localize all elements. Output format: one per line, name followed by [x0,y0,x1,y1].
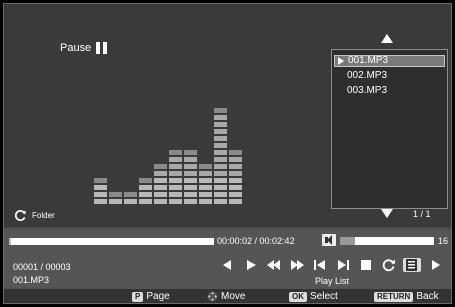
refresh-icon [15,210,26,221]
volume-bar[interactable] [340,237,434,245]
playlist-icon[interactable] [403,258,421,272]
playlist-item[interactable]: 003.MP3 [334,85,445,97]
select-label: Select [310,291,338,302]
control-bar: 00:00:02 / 00:02:42 16 00001 / 00003 001… [4,229,451,289]
equalizer-bar [94,178,107,204]
page-indicator: 1 / 1 [413,209,431,219]
equalizer-bar [109,192,122,204]
volume-level: 16 [438,236,449,246]
progress-fill [9,238,12,245]
playlist-item[interactable]: 001.MP3 [334,55,445,67]
scroll-up-icon[interactable] [381,34,393,43]
playlist-item[interactable]: 002.MP3 [334,70,445,82]
equalizer-visualizer [94,94,242,204]
help-page: P Page [132,291,170,302]
equalizer-bar [199,164,212,204]
progress-bar[interactable] [9,238,214,245]
help-return: RETURN Back [374,291,439,302]
playlist-item-label: 002.MP3 [347,70,388,81]
track-counter: 00001 / 00003 [13,262,71,272]
folder-button[interactable]: Folder [14,209,55,222]
move-icon [207,291,218,302]
page-key: P [132,291,144,302]
repeat-icon[interactable] [380,258,398,272]
fast-forward-icon[interactable] [288,258,306,272]
equalizer-bar [214,108,227,204]
stop-icon[interactable] [357,258,375,272]
help-select: OK Select [289,291,338,302]
equalizer-bar [139,178,152,204]
volume-icon[interactable] [322,234,336,246]
volume-fill [340,237,356,245]
equalizer-bar [154,164,167,204]
help-bar: P Page Move OK Select RETURN Back [4,289,451,303]
equalizer-bar [124,192,137,204]
scroll-down-icon[interactable] [381,209,393,218]
visualizer-area: Pause Folder 001.MP3 002.MP3 003.MP3 1 /… [4,4,451,227]
pause-icon [96,42,108,54]
back-label: Back [416,291,439,302]
rewind-icon[interactable] [265,258,283,272]
play-icon[interactable] [242,258,260,272]
playlist-item-label: 001.MP3 [348,55,389,66]
play-marker-icon [338,57,344,65]
playback-status: Pause [60,42,108,54]
ok-key: OK [289,291,307,302]
equalizer-bar [229,150,242,204]
move-label: Move [221,291,246,302]
prev-small-icon[interactable] [219,258,237,272]
folder-label: Folder [32,211,55,220]
playlist-label: Play List [315,276,350,286]
playlist-item-label: 003.MP3 [347,85,388,96]
equalizer-bar [184,150,197,204]
pause-label: Pause [60,42,92,54]
current-filename: 001.MP3 [13,275,50,285]
media-player-window: Pause Folder 001.MP3 002.MP3 003.MP3 1 /… [3,3,452,304]
equalizer-bar [169,150,182,204]
return-key: RETURN [374,291,414,302]
next-small-icon[interactable] [426,258,444,272]
playlist-panel: 001.MP3 002.MP3 003.MP3 [331,49,448,209]
page-label: Page [146,291,170,302]
skip-next-icon[interactable] [334,258,352,272]
skip-previous-icon[interactable] [311,258,329,272]
help-move: Move [207,291,245,302]
transport-controls [219,258,449,272]
time-display: 00:00:02 / 00:02:42 [217,236,295,246]
